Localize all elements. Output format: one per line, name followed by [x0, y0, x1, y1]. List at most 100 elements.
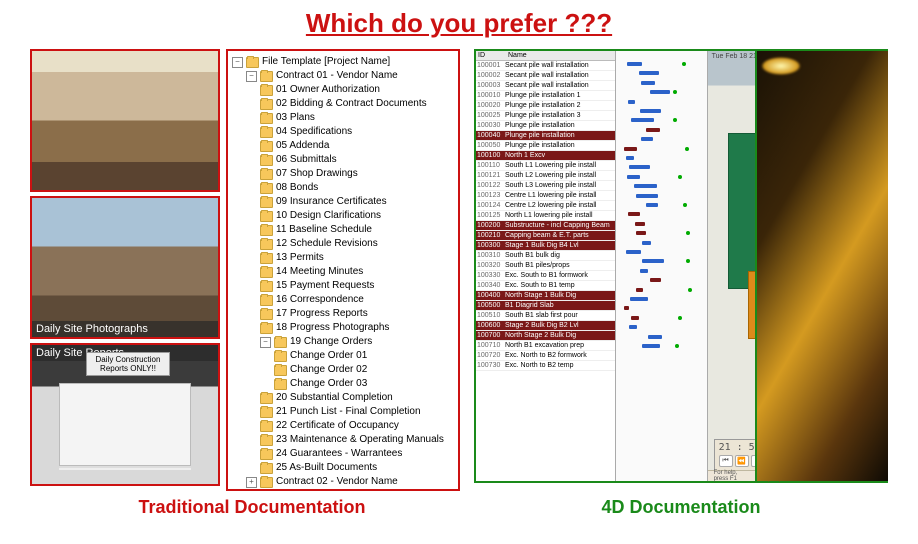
gantt-bar[interactable]	[629, 165, 650, 169]
task-row[interactable]: 100110South L1 Lowering pile install	[476, 161, 615, 171]
task-row[interactable]: 100030Plunge pile installation	[476, 121, 615, 131]
tree-item[interactable]: 20 Substantial Completion	[260, 391, 456, 405]
gantt-bar[interactable]	[629, 325, 637, 329]
gantt-bar[interactable]	[646, 203, 659, 207]
tree-item[interactable]: 23 Maintenance & Operating Manuals	[260, 433, 456, 447]
gantt-bar[interactable]	[634, 184, 657, 188]
gantt-bar[interactable]	[631, 118, 654, 122]
gantt-bar[interactable]	[627, 175, 640, 179]
gantt-bar[interactable]	[648, 335, 661, 339]
task-row[interactable]: 100025Plunge pile installation 3	[476, 111, 615, 121]
task-row[interactable]: 100310South B1 bulk dig	[476, 251, 615, 261]
task-row[interactable]: 100020Plunge pile installation 2	[476, 101, 615, 111]
task-row[interactable]: 100600Stage 2 Bulk Dig B2 Lvl	[476, 321, 615, 331]
task-row[interactable]: 100320South B1 piles/props	[476, 261, 615, 271]
gantt-bar[interactable]	[641, 137, 653, 141]
gantt-bar[interactable]	[642, 259, 664, 263]
gantt-bar[interactable]	[624, 147, 637, 151]
gantt-bar[interactable]	[641, 81, 655, 85]
tree-item[interactable]: 03 Plans	[260, 111, 456, 125]
gantt-bar[interactable]	[627, 62, 642, 66]
gantt-bar[interactable]	[624, 306, 630, 310]
tree-item[interactable]: Change Order 03	[274, 377, 456, 391]
gantt-bar[interactable]	[636, 288, 643, 292]
collapse-icon[interactable]: −	[232, 57, 243, 68]
task-name: South B1 bulk dig	[505, 252, 560, 259]
tree-item[interactable]: 04 Spedifications	[260, 125, 456, 139]
task-row[interactable]: 100010Plunge pile installation 1	[476, 91, 615, 101]
tree-contract1[interactable]: −Contract 01 - Vendor Name	[246, 69, 456, 83]
tree-item[interactable]: 25 As-Built Documents	[260, 461, 456, 475]
task-row[interactable]: 100300Stage 1 Bulk Dig B4 Lvl	[476, 241, 615, 251]
task-row[interactable]: 100003Secant pile wall installation	[476, 81, 615, 91]
tree-item[interactable]: 18 Progress Photographs	[260, 321, 456, 335]
gantt-bar[interactable]	[635, 222, 645, 226]
gantt-bar[interactable]	[626, 250, 642, 254]
task-row[interactable]: 100720Exc. North to B2 formwork	[476, 351, 615, 361]
gantt-bar[interactable]	[630, 297, 648, 301]
gantt-bar[interactable]	[642, 241, 651, 245]
playback-button[interactable]: ⏮	[719, 455, 733, 467]
task-row[interactable]: 100730Exc. North to B2 temp	[476, 361, 615, 371]
tree-item[interactable]: 13 Permits	[260, 251, 456, 265]
gantt-bar[interactable]	[650, 278, 661, 282]
tree-item[interactable]: 10 Design Clarifications	[260, 209, 456, 223]
gantt-bar[interactable]	[636, 194, 657, 198]
task-row[interactable]: 100121South L2 Lowering pile install	[476, 171, 615, 181]
task-row[interactable]: 100700North Stage 2 Bulk Dig	[476, 331, 615, 341]
task-row[interactable]: 100122South L3 Lowering pile install	[476, 181, 615, 191]
gantt-bar[interactable]	[642, 344, 659, 348]
tree-item[interactable]: 07 Shop Drawings	[260, 167, 456, 181]
gantt-bar[interactable]	[631, 316, 639, 320]
task-row[interactable]: 100400North Stage 1 Bulk Dig	[476, 291, 615, 301]
task-row[interactable]: 100510South B1 slab first pour	[476, 311, 615, 321]
task-row[interactable]: 100123Centre L1 lowering pile install	[476, 191, 615, 201]
tree-item[interactable]: 11 Baseline Schedule	[260, 223, 456, 237]
task-row[interactable]: 100050Plunge pile installation	[476, 141, 615, 151]
gantt-bar[interactable]	[628, 212, 640, 216]
gantt-bar[interactable]	[628, 100, 635, 104]
task-row[interactable]: 100100North 1 Excv	[476, 151, 615, 161]
tree-item[interactable]: 01 Owner Authorization	[260, 83, 456, 97]
gantt-bar[interactable]	[646, 128, 660, 132]
tree-item[interactable]: 05 Addenda	[260, 139, 456, 153]
tree-item[interactable]: 02 Bidding & Contract Documents	[260, 97, 456, 111]
gantt-bar[interactable]	[636, 231, 646, 235]
tree-item[interactable]: 12 Schedule Revisions	[260, 237, 456, 251]
gantt-bar[interactable]	[640, 109, 661, 113]
task-row[interactable]: 100340Exc. South to B1 temp	[476, 281, 615, 291]
task-row[interactable]: 100040Plunge pile installation	[476, 131, 615, 141]
tree-item[interactable]: Change Order 01	[274, 349, 456, 363]
tree-item[interactable]: 22 Certificate of Occupancy	[260, 419, 456, 433]
gantt-bar[interactable]	[650, 90, 670, 94]
tree-item[interactable]: 24 Guarantees - Warrantees	[260, 447, 456, 461]
task-row[interactable]: 100124Centre L2 lowering pile install	[476, 201, 615, 211]
task-row[interactable]: 100710North B1 excavation prep	[476, 341, 615, 351]
task-row[interactable]: 100125North L1 lowering pile install	[476, 211, 615, 221]
task-row[interactable]: 100330Exc. South to B1 formwork	[476, 271, 615, 281]
task-row[interactable]: 100002Secant pile wall installation	[476, 71, 615, 81]
tree-item[interactable]: 09 Insurance Certificates	[260, 195, 456, 209]
tree-item[interactable]: 16 Correspondence	[260, 293, 456, 307]
tree-change-orders[interactable]: −19 Change Orders	[260, 335, 456, 349]
tree-item[interactable]: 14 Meeting Minutes	[260, 265, 456, 279]
task-row[interactable]: 100210Capping beam & E.T. parts	[476, 231, 615, 241]
tree-item[interactable]: 21 Punch List - Final Completion	[260, 405, 456, 419]
tree-item[interactable]: 15 Payment Requests	[260, 279, 456, 293]
tree-item[interactable]: 06 Submittals	[260, 153, 456, 167]
tree-item[interactable]: 17 Progress Reports	[260, 307, 456, 321]
tree-root[interactable]: −File Template [Project Name]	[232, 55, 456, 69]
task-row[interactable]: 100001Secant pile wall installation	[476, 61, 615, 71]
collapse-icon[interactable]: −	[260, 337, 271, 348]
gantt-bar[interactable]	[626, 156, 634, 160]
tree-item[interactable]: 08 Bonds	[260, 181, 456, 195]
task-row[interactable]: 100500B1 Diagrid Slab	[476, 301, 615, 311]
task-row[interactable]: 100200Substructure - incl Capping Beam	[476, 221, 615, 231]
tree-contract2[interactable]: +Contract 02 - Vendor Name	[246, 475, 456, 489]
gantt-bar[interactable]	[640, 269, 648, 273]
gantt-bar[interactable]	[639, 71, 659, 75]
playback-button[interactable]: ⏪	[735, 455, 749, 467]
tree-item[interactable]: Change Order 02	[274, 363, 456, 377]
expand-icon[interactable]: +	[246, 477, 257, 488]
collapse-icon[interactable]: −	[246, 71, 257, 82]
